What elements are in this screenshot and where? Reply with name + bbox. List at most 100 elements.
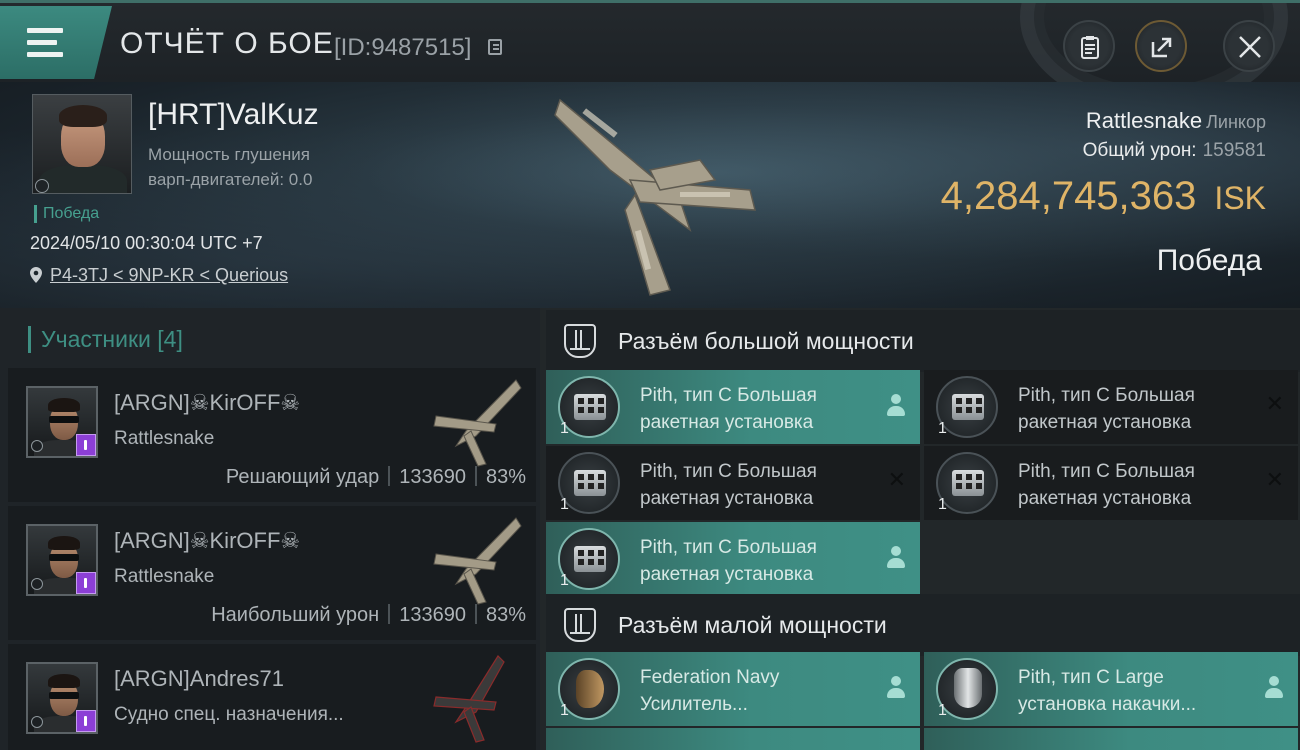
module-qty: 1 — [560, 496, 569, 513]
battle-datetime: 2024/05/10 00:30:04 UTC +7 — [30, 233, 263, 253]
location-pin-icon — [30, 267, 42, 283]
corp-badge-icon — [31, 440, 43, 452]
role-badge-icon — [76, 434, 96, 456]
ship-name-text: Rattlesnake — [1085, 108, 1203, 133]
participant-ship: Rattlesnake — [114, 566, 215, 587]
module-name: Federation Navy Усилитель... — [640, 667, 780, 715]
participants-panel: Участники [4] [ARGN]☠KirOFF☠ Rattlesnake… — [0, 308, 540, 750]
battle-result: Победа — [1156, 244, 1262, 277]
module-name: Pith, тип C Большая ракетная установка — [640, 537, 817, 585]
module-name: Pith, тип C Большая ракетная установка — [1018, 385, 1195, 433]
victim-ship-name[interactable]: Rattlesnake Линкор — [1086, 108, 1266, 134]
participant-portrait[interactable] — [26, 524, 98, 596]
missile-launcher-icon — [574, 394, 606, 420]
location-text[interactable]: P4-3TJ < 9NP-KR < Querious — [50, 265, 288, 285]
participant-row[interactable]: [ARGN]Andres71 Судно спец. назначения... — [8, 644, 536, 750]
module-name: Pith, тип C Большая ракетная установка — [640, 461, 817, 509]
participant-role-label: Наибольший урон — [211, 604, 380, 626]
module-qty: 1 — [560, 420, 569, 437]
participant-percent: 83% — [485, 466, 526, 488]
participant-damage: 133690 — [399, 604, 466, 626]
participant-portrait[interactable] — [26, 662, 98, 734]
module-item[interactable]: 1 Pith, тип C Большая ракетная установка — [546, 370, 920, 444]
person-icon — [886, 676, 906, 700]
participant-damage: 133690 — [399, 466, 466, 488]
role-badge-icon — [76, 710, 96, 732]
close-icon — [1239, 36, 1261, 58]
missile-launcher-icon — [952, 394, 984, 420]
module-item[interactable] — [546, 728, 920, 750]
copy-icon[interactable] — [488, 39, 502, 55]
isk-amount: 4,284,745,363 — [940, 174, 1197, 218]
x-icon: ✕ — [887, 468, 906, 493]
module-item[interactable]: 1 Pith, тип C Large установка накачки... — [924, 652, 1298, 726]
x-icon: ✕ — [1265, 392, 1284, 417]
participant-ship-image — [433, 655, 505, 743]
ship-class: Линкор — [1206, 112, 1266, 132]
status-badge: Победа — [34, 205, 99, 223]
person-icon — [1264, 676, 1284, 700]
module-qty: 1 — [560, 702, 569, 719]
mid-slot-icon — [564, 608, 596, 642]
corp-badge-icon — [31, 716, 43, 728]
total-damage-value: 159581 — [1202, 140, 1266, 161]
total-damage-label: Общий урон: — [1082, 140, 1197, 161]
corp-badge-icon — [35, 179, 49, 193]
high-slot-header: Разъём большой мощности — [546, 310, 1300, 372]
top-bar: ОТЧЁТ О БОЕ [ID:9487515] — [0, 0, 1300, 85]
module-item[interactable]: 1 Federation Navy Усилитель... — [546, 652, 920, 726]
clipboard-icon — [1081, 36, 1099, 59]
location-link[interactable]: P4-3TJ < 9NP-KR < Querious — [30, 265, 288, 286]
stat-line-1: Мощность глушения — [148, 145, 310, 164]
person-icon — [886, 546, 906, 570]
participants-title[interactable]: Участники [4] — [28, 326, 183, 353]
participant-role-label: Решающий удар — [225, 466, 380, 488]
module-qty: 1 — [938, 702, 947, 719]
warp-scramble-stat: Мощность глушения варп-двигателей: 0.0 — [148, 142, 368, 192]
victim-portrait[interactable] — [32, 94, 132, 194]
participant-portrait[interactable] — [26, 386, 98, 458]
isk-unit: ISK — [1214, 180, 1266, 216]
person-icon — [886, 394, 906, 418]
victim-name[interactable]: [HRT]ValKuz — [148, 98, 319, 132]
mid-slot-header: Разъём малой мощности — [546, 594, 1300, 656]
participant-ship: Судно спец. назначения... — [114, 704, 344, 725]
participant-name: [ARGN]☠KirOFF☠ — [114, 390, 301, 415]
module-item[interactable] — [924, 728, 1298, 750]
participant-ship-image — [433, 517, 522, 605]
page-title: ОТЧЁТ О БОЕ — [120, 27, 334, 60]
participant-row[interactable]: [ARGN]☠KirOFF☠ Rattlesnake Решающий удар… — [8, 368, 536, 502]
participant-stats: Решающий удар 133690 83% — [226, 466, 526, 489]
module-item[interactable]: 1 Pith, тип C Большая ракетная установка … — [924, 446, 1298, 520]
high-slot-title: Разъём большой мощности — [618, 328, 914, 354]
victim-summary: [HRT]ValKuz Мощность глушения варп-двига… — [0, 82, 1300, 308]
role-badge-icon — [76, 572, 96, 594]
module-item[interactable]: 1 Pith, тип C Большая ракетная установка … — [546, 446, 920, 520]
module-qty: 1 — [938, 496, 947, 513]
stat-line-2: варп-двигателей: 0.0 — [148, 170, 313, 189]
clipboard-button[interactable] — [1063, 20, 1115, 72]
module-qty: 1 — [560, 572, 569, 589]
hamburger-icon — [27, 28, 63, 58]
sensor-booster-icon — [576, 670, 604, 708]
participant-ship-image — [433, 379, 522, 467]
shield-booster-icon — [954, 668, 982, 708]
close-button[interactable] — [1223, 20, 1275, 72]
module-name: Pith, тип C Большая ракетная установка — [1018, 461, 1195, 509]
victim-ship-image — [554, 98, 756, 296]
mid-slot-title: Разъём малой мощности — [618, 612, 887, 638]
module-item[interactable]: 1 Pith, тип C Большая ракетная установка … — [924, 370, 1298, 444]
fitting-panel: Разъём большой мощности 1 Pith, тип C Бо… — [540, 308, 1300, 750]
high-slot-icon — [564, 324, 596, 358]
participant-stats: Наибольший урон 133690 83% — [211, 604, 526, 627]
participant-name: [ARGN]Andres71 — [114, 666, 284, 691]
share-button[interactable] — [1135, 20, 1187, 72]
module-name: Pith, тип C Большая ракетная установка — [640, 385, 817, 433]
menu-button[interactable] — [0, 6, 112, 79]
share-icon — [1151, 37, 1172, 58]
participant-row[interactable]: [ARGN]☠KirOFF☠ Rattlesnake Наибольший ур… — [8, 506, 536, 640]
participant-name: [ARGN]☠KirOFF☠ — [114, 528, 301, 553]
module-name: Pith, тип C Large установка накачки... — [1018, 667, 1197, 715]
module-item[interactable]: 1 Pith, тип C Большая ракетная установка — [546, 522, 920, 596]
module-qty: 1 — [938, 420, 947, 437]
